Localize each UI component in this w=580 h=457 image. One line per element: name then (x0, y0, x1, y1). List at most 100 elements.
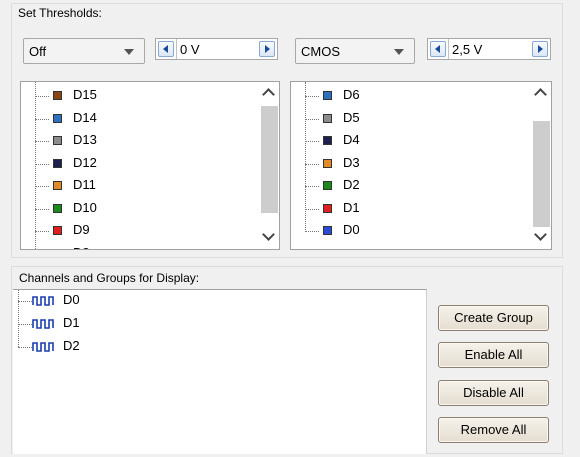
channel-list-item[interactable]: D1 (291, 199, 521, 221)
tree-connector (305, 163, 319, 165)
create-group-button[interactable]: Create Group (438, 305, 549, 331)
channel-list-item[interactable]: D4 (291, 131, 521, 153)
channel-label: D9 (73, 222, 90, 237)
digital-signal-icon (32, 319, 54, 329)
channel-list-item[interactable]: D11 (21, 176, 251, 198)
channel-label: D1 (343, 199, 360, 215)
right-threshold-voltage-spinner[interactable]: 2,5 V (427, 38, 551, 60)
left-threshold-mode-value: Off (29, 44, 47, 59)
right-threshold-voltage-value[interactable]: 2,5 V (452, 42, 482, 57)
disable-all-button[interactable]: Disable All (438, 380, 549, 406)
display-channel-item[interactable]: D2 (13, 337, 213, 359)
tree-connector (305, 141, 319, 142)
right-threshold-mode-value: CMOS (301, 44, 340, 59)
channel-list-item[interactable]: D14 (21, 109, 251, 131)
right-threshold-mode-select[interactable]: CMOS (295, 38, 415, 64)
channel-label: D15 (73, 87, 97, 102)
decrease-voltage-button[interactable] (158, 41, 174, 57)
channel-list-item[interactable]: D6 (291, 86, 521, 108)
tree-connector (35, 96, 49, 97)
scroll-down-icon[interactable] (262, 228, 275, 241)
digital-signal-icon (32, 296, 54, 306)
channel-label: D10 (73, 199, 97, 215)
increase-voltage-button[interactable] (259, 41, 275, 57)
display-channel-list[interactable]: D0 D1 D2 (13, 289, 427, 454)
channel-color-swatch (53, 136, 62, 145)
channel-list-item[interactable]: D15 (21, 86, 251, 108)
display-channels-title: Channels and Groups for Display: (19, 271, 200, 285)
channel-list-item[interactable]: D0 (291, 221, 521, 243)
tree-connector (35, 186, 49, 187)
chevron-down-icon (124, 49, 134, 55)
remove-all-button[interactable]: Remove All (438, 417, 549, 443)
channel-label: D0 (343, 222, 360, 237)
channel-color-swatch (323, 226, 332, 235)
tree-connector (35, 231, 49, 232)
set-thresholds-title: Set Thresholds: (18, 6, 102, 20)
scroll-up-icon[interactable] (262, 88, 275, 101)
channel-color-swatch (323, 181, 332, 190)
arrow-left-icon (435, 45, 440, 53)
tree-connector (305, 118, 319, 120)
spinner-separator (176, 39, 177, 59)
arrow-left-icon (163, 45, 168, 53)
channel-label: D3 (343, 154, 360, 170)
scroll-up-icon[interactable] (534, 88, 547, 101)
channel-color-swatch (323, 91, 332, 100)
scroll-thumb[interactable] (261, 106, 278, 213)
enable-all-button[interactable]: Enable All (438, 342, 549, 368)
arrow-right-icon (538, 45, 543, 53)
digital-signal-icon (32, 342, 54, 352)
left-channel-list[interactable]: D15 D14 D13 D12 D11 D10 D9 D8 (20, 81, 280, 250)
channel-color-swatch (53, 158, 62, 168)
chevron-down-icon (394, 49, 404, 55)
channel-list-item[interactable]: D2 (291, 176, 521, 198)
left-channel-list-scrollbar[interactable] (259, 82, 279, 249)
scroll-thumb[interactable] (533, 121, 550, 227)
channel-list-item[interactable]: D3 (291, 154, 521, 176)
channel-color-swatch (323, 113, 332, 123)
right-channel-list[interactable]: D6 D5 D4 D3 D2 D1 D0 (290, 81, 552, 250)
channel-color-swatch (323, 203, 332, 213)
tree-connector (35, 208, 49, 210)
channel-color-swatch (53, 113, 62, 123)
channel-label: D8 (73, 245, 90, 250)
display-channel-label: D1 (63, 315, 80, 330)
display-channel-label: D0 (63, 292, 80, 307)
channel-list-item[interactable]: D9 (21, 221, 251, 243)
right-channel-list-scrollbar[interactable] (531, 82, 551, 249)
channel-color-swatch (53, 181, 62, 190)
tree-connector (35, 141, 49, 142)
channel-list-item[interactable]: D12 (21, 154, 251, 176)
channel-label: D12 (73, 154, 97, 170)
channel-list-item[interactable]: D5 (291, 109, 521, 131)
tree-connector (18, 347, 32, 348)
channel-color-swatch (53, 248, 62, 249)
channel-list-item[interactable]: D13 (21, 131, 251, 153)
channel-color-swatch (53, 226, 62, 235)
decrease-voltage-button[interactable] (430, 41, 446, 57)
increase-voltage-button[interactable] (532, 41, 548, 57)
channel-list-item[interactable]: D8 (21, 244, 251, 250)
channel-label: D4 (343, 132, 360, 147)
channel-list-item[interactable]: D10 (21, 199, 251, 221)
channel-label: D2 (343, 177, 360, 192)
tree-connector (35, 163, 49, 165)
channel-color-swatch (323, 136, 332, 145)
channel-label: D11 (73, 177, 96, 192)
left-threshold-voltage-spinner[interactable]: 0 V (155, 38, 278, 60)
channel-color-swatch (53, 91, 62, 100)
channel-label: D14 (73, 109, 97, 125)
display-channel-label: D2 (63, 338, 80, 353)
tree-connector (305, 231, 319, 232)
arrow-right-icon (265, 45, 270, 53)
tree-connector (305, 96, 319, 97)
tree-connector (18, 324, 32, 325)
display-channel-item[interactable]: D0 (13, 291, 213, 313)
spinner-separator (448, 39, 449, 59)
left-threshold-voltage-value[interactable]: 0 V (180, 42, 200, 57)
scroll-down-icon[interactable] (534, 228, 547, 241)
channel-label: D6 (343, 87, 360, 102)
left-threshold-mode-select[interactable]: Off (23, 38, 145, 64)
display-channel-item[interactable]: D1 (13, 314, 213, 336)
